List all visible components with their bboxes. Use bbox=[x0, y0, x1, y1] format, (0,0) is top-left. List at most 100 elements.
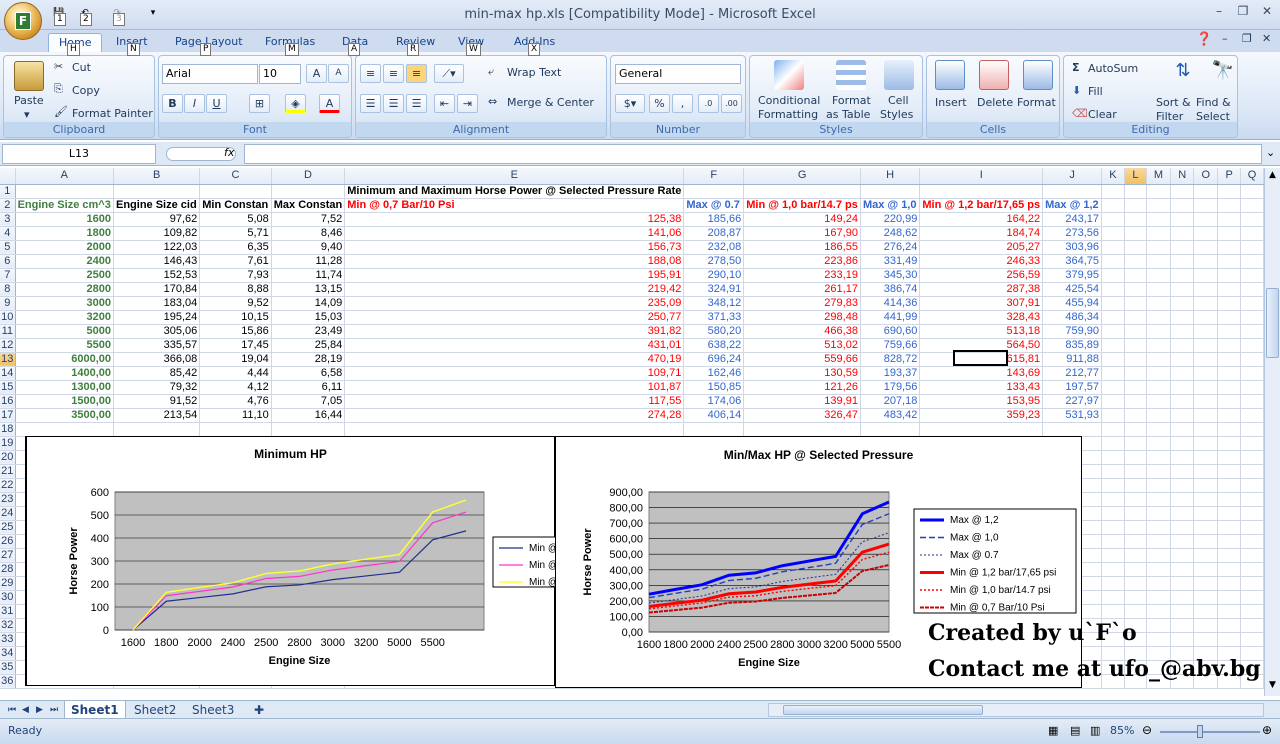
cell[interactable]: 162,46 bbox=[683, 366, 745, 381]
close-icon[interactable]: ✕ bbox=[1258, 4, 1276, 20]
cell[interactable]: 19,04 bbox=[199, 352, 272, 367]
minimum-hp-chart[interactable]: Minimum HP 0 100 200 300 400 500 600 1600 1800 20… bbox=[25, 436, 557, 686]
cell[interactable] bbox=[1193, 464, 1219, 479]
align-middle-icon[interactable]: ≡ bbox=[383, 64, 404, 83]
cell[interactable]: 290,10 bbox=[683, 268, 745, 283]
cell[interactable] bbox=[1170, 380, 1195, 395]
autosum-button[interactable]: AutoSum bbox=[1088, 62, 1138, 75]
cell[interactable] bbox=[1124, 520, 1147, 535]
cell[interactable] bbox=[1217, 520, 1242, 535]
paste-button[interactable]: Paste bbox=[14, 94, 44, 107]
cell[interactable]: 167,90 bbox=[743, 226, 861, 241]
fill-color-icon[interactable]: ◈ bbox=[285, 94, 306, 113]
cell[interactable] bbox=[1193, 632, 1219, 647]
cell[interactable] bbox=[1101, 366, 1125, 381]
column-header[interactable]: I bbox=[919, 168, 1044, 185]
cell[interactable]: 278,50 bbox=[683, 254, 745, 269]
cell[interactable] bbox=[1124, 492, 1147, 507]
cell[interactable]: 4,12 bbox=[199, 380, 272, 395]
cell[interactable] bbox=[1101, 394, 1125, 409]
cell[interactable]: 2400 bbox=[15, 254, 115, 269]
row-header[interactable]: 14 bbox=[0, 366, 16, 381]
cell[interactable] bbox=[344, 422, 685, 437]
cell[interactable]: 486,34 bbox=[1042, 310, 1103, 325]
cell[interactable] bbox=[1101, 408, 1125, 423]
cell[interactable]: 5000 bbox=[15, 324, 115, 339]
cell[interactable] bbox=[1170, 618, 1195, 633]
row-header[interactable]: 31 bbox=[0, 604, 16, 619]
cell[interactable] bbox=[1217, 618, 1242, 633]
cell[interactable]: 197,57 bbox=[1042, 380, 1103, 395]
conditional-formatting-label-2[interactable]: Formatting bbox=[758, 108, 818, 121]
cell[interactable]: 414,36 bbox=[860, 296, 921, 311]
cell[interactable] bbox=[1101, 450, 1125, 465]
cell[interactable]: 828,72 bbox=[860, 352, 921, 367]
conditional-formatting-icon[interactable] bbox=[774, 60, 804, 90]
cell[interactable] bbox=[1124, 240, 1147, 255]
cell[interactable]: 379,95 bbox=[1042, 268, 1103, 283]
cell[interactable]: 2000 bbox=[15, 240, 115, 255]
cell[interactable]: 326,47 bbox=[743, 408, 861, 423]
cell[interactable]: 911,88 bbox=[1042, 352, 1103, 367]
cell[interactable]: 3200 bbox=[15, 310, 115, 325]
cell[interactable] bbox=[1146, 520, 1172, 535]
cell[interactable]: 170,84 bbox=[113, 282, 201, 297]
cell[interactable] bbox=[1240, 576, 1264, 591]
restore-icon[interactable]: ❐ bbox=[1234, 4, 1252, 20]
cell[interactable]: 3500,00 bbox=[15, 408, 115, 423]
cell[interactable]: 638,22 bbox=[683, 338, 745, 353]
cell[interactable] bbox=[1240, 226, 1264, 241]
cell[interactable] bbox=[1240, 492, 1264, 507]
decrease-decimal-icon[interactable]: .00 bbox=[721, 94, 742, 113]
column-header[interactable]: G bbox=[743, 168, 861, 185]
column-header[interactable]: L bbox=[1124, 168, 1147, 185]
cell[interactable] bbox=[1170, 576, 1195, 591]
doc-minimize-icon[interactable]: – bbox=[1222, 32, 1228, 45]
cell[interactable] bbox=[1124, 478, 1147, 493]
zoom-slider-track[interactable] bbox=[1160, 731, 1260, 733]
cell[interactable]: 220,99 bbox=[860, 212, 921, 227]
cell[interactable]: 146,43 bbox=[113, 254, 201, 269]
cell[interactable] bbox=[1146, 380, 1172, 395]
cell[interactable] bbox=[1146, 618, 1172, 633]
cell[interactable]: 207,18 bbox=[860, 394, 921, 409]
cell[interactable]: 324,91 bbox=[683, 282, 745, 297]
cell[interactable] bbox=[1240, 198, 1264, 213]
cell[interactable]: 7,05 bbox=[271, 394, 346, 409]
vertical-scrollbar[interactable]: ▲ ▼ bbox=[1264, 168, 1280, 696]
cell[interactable]: 359,23 bbox=[919, 408, 1044, 423]
currency-icon[interactable]: $▾ bbox=[615, 94, 645, 113]
cell[interactable] bbox=[1170, 338, 1195, 353]
cell[interactable] bbox=[1170, 352, 1195, 367]
cell[interactable] bbox=[1170, 632, 1195, 647]
cell[interactable]: 121,26 bbox=[743, 380, 861, 395]
cell[interactable] bbox=[1146, 562, 1172, 577]
cell[interactable]: 125,38 bbox=[344, 212, 685, 227]
format-cells-button[interactable]: Format bbox=[1017, 96, 1056, 109]
format-as-table-label-1[interactable]: Format bbox=[832, 94, 871, 107]
row-header[interactable]: 6 bbox=[0, 254, 16, 269]
row-header[interactable]: 2 bbox=[0, 198, 16, 213]
row-header[interactable]: 24 bbox=[0, 506, 16, 521]
cell[interactable] bbox=[1217, 562, 1242, 577]
row-header[interactable]: 21 bbox=[0, 464, 16, 479]
cell[interactable]: Engine Size cid bbox=[113, 198, 201, 213]
cell-styles-label-1[interactable]: Cell bbox=[888, 94, 909, 107]
cell[interactable] bbox=[1170, 422, 1195, 437]
cell[interactable]: 250,77 bbox=[344, 310, 685, 325]
cell[interactable] bbox=[1217, 408, 1242, 423]
cell[interactable] bbox=[1146, 338, 1172, 353]
cell[interactable] bbox=[1101, 506, 1125, 521]
cell[interactable]: 97,62 bbox=[113, 212, 201, 227]
expand-formula-bar-icon[interactable]: ⌄ bbox=[1266, 146, 1275, 159]
row-header[interactable]: 17 bbox=[0, 408, 16, 423]
cell[interactable] bbox=[1101, 352, 1125, 367]
row-header[interactable]: 36 bbox=[0, 674, 16, 689]
cell[interactable] bbox=[1124, 282, 1147, 297]
cell[interactable]: 6,58 bbox=[271, 366, 346, 381]
cell[interactable]: 364,75 bbox=[1042, 254, 1103, 269]
cell[interactable] bbox=[1146, 198, 1172, 213]
cell[interactable] bbox=[271, 184, 346, 199]
cell[interactable] bbox=[1240, 604, 1264, 619]
cell[interactable] bbox=[1101, 296, 1125, 311]
